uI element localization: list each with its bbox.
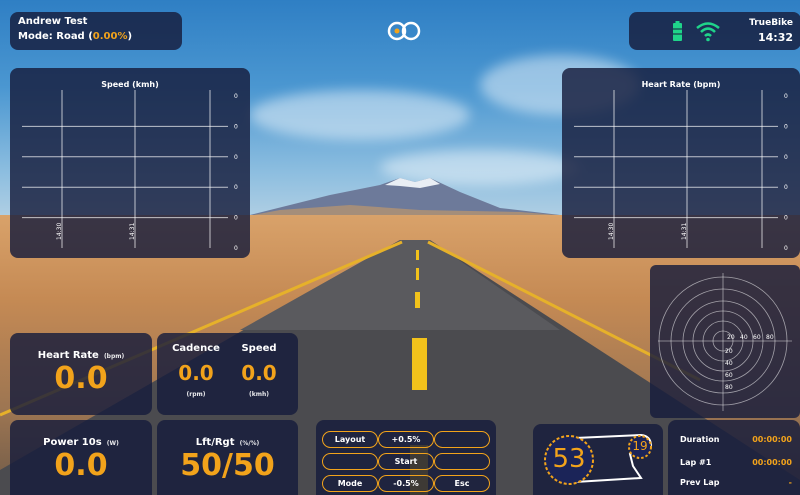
increase-slope-button[interactable]: +0.5%	[378, 431, 434, 448]
chart-y-tick-label: 0	[234, 184, 238, 191]
radar-ring-label: 80	[725, 384, 733, 391]
chart-y-tick-label: 0	[234, 245, 238, 252]
chart-y-tick-label: 0	[234, 93, 238, 100]
user-panel: Andrew Test Mode: Road (0.00%)	[10, 12, 182, 50]
cadence-value: 0.0	[178, 361, 214, 385]
hr-chart-svg: 0 0 0 0 0 0 14:30 14:31	[574, 90, 788, 252]
prev-lap-label: Prev Lap	[680, 478, 720, 487]
pedal-radar-panel: 20 40 60 80 20 40 60 80	[650, 265, 800, 418]
speed-chart-panel: Speed (kmh) 0 0 0 0 0 0 14:30 14:31	[10, 68, 250, 258]
duration-label: Duration	[680, 435, 720, 444]
radar-tick-label: 20	[727, 334, 735, 341]
lap-row: Lap #1 00:00:00	[680, 458, 792, 467]
duration-value: 00:00:00	[752, 435, 792, 444]
balance-value: 50/50	[180, 448, 275, 483]
prev-lap-row: Prev Lap -	[680, 478, 792, 487]
chart-y-tick-label: 0	[234, 154, 238, 161]
controls-panel: Layout +0.5% Start Mode -0.5% Esc	[316, 420, 496, 495]
prev-lap-value: -	[788, 478, 792, 487]
radar-tick-label: 40	[740, 334, 748, 341]
radar-ring-label: 20	[725, 348, 733, 355]
rear-gear-value: 19	[632, 439, 648, 453]
radar-ring-label: 60	[725, 372, 733, 379]
chart-x-tick-label: 14:31	[681, 223, 688, 240]
empty-button-3[interactable]	[434, 453, 490, 470]
lap-value: 00:00:00	[752, 458, 792, 467]
heart-rate-unit: (bpm)	[103, 353, 125, 360]
lap-panel: Duration 00:00:00 Lap #1 00:00:00 Prev L…	[668, 420, 800, 495]
cadence-unit: (rpm)	[186, 391, 206, 398]
chart-y-tick-label: 0	[784, 245, 788, 252]
cadence-label: Cadence	[172, 343, 220, 354]
user-name: Andrew Test	[18, 16, 88, 27]
layout-button[interactable]: Layout	[322, 431, 378, 448]
gears-panel: 53 19	[533, 424, 663, 495]
power-metric: Power 10s (W) 0.0	[10, 420, 152, 495]
chart-y-tick-label: 0	[784, 123, 788, 130]
pedal-radar: 20 40 60 80 20 40 60 80	[658, 273, 792, 411]
hr-chart-panel: Heart Rate (bpm) 0 0 0 0 0 0 14:30 14:31	[562, 68, 800, 258]
chart-y-tick-label: 0	[234, 123, 238, 130]
mode-button[interactable]: Mode	[322, 475, 378, 492]
chart-y-tick-label: 0	[784, 184, 788, 191]
bike-logo-icon	[386, 18, 422, 42]
chart-x-tick-label: 14:30	[56, 223, 63, 240]
power-value: 0.0	[54, 448, 108, 483]
esc-button[interactable]: Esc	[434, 475, 490, 492]
lap-label: Lap #1	[680, 458, 712, 467]
clock: 14:32	[757, 31, 793, 44]
front-gear-value: 53	[552, 444, 586, 474]
decrease-slope-button[interactable]: -0.5%	[378, 475, 434, 492]
chart-y-tick-label: 0	[784, 93, 788, 100]
chart-y-tick-label: 0	[234, 215, 238, 222]
speed-unit: (kmh)	[249, 391, 269, 398]
mode-line[interactable]: Mode: Road (0.00%)	[18, 31, 132, 42]
speed-label: Speed	[241, 343, 277, 354]
app-name: TrueBike	[749, 18, 793, 28]
power-label: Power 10s	[43, 437, 102, 448]
chart-y-tick-label: 0	[784, 154, 788, 161]
duration-row: Duration 00:00:00	[680, 435, 792, 444]
speed-value: 0.0	[241, 361, 277, 385]
heart-rate-metric: Heart Rate (bpm) 0.0	[10, 333, 152, 415]
speed-chart-svg: 0 0 0 0 0 0 14:30 14:31	[22, 90, 238, 252]
mode-prefix: Mode: Road (	[18, 31, 93, 42]
chart-x-tick-label: 14:30	[608, 223, 615, 240]
power-unit: (W)	[106, 440, 119, 447]
balance-metric: Lft/Rgt (%/%) 50/50	[157, 420, 298, 495]
heart-rate-label: Heart Rate	[37, 350, 99, 361]
empty-button-2[interactable]	[322, 453, 378, 470]
wifi-icon	[695, 20, 721, 42]
status-panel: TrueBike 14:32	[629, 12, 800, 50]
mode-value: 0.00%	[92, 31, 128, 42]
start-button[interactable]: Start	[378, 453, 434, 470]
chart-y-tick-label: 0	[784, 215, 788, 222]
mode-suffix: )	[127, 31, 133, 42]
battery-icon	[673, 21, 682, 41]
heart-rate-value: 0.0	[54, 361, 108, 396]
balance-label: Lft/Rgt	[195, 437, 235, 448]
balance-unit: (%/%)	[239, 440, 260, 447]
radar-tick-label: 60	[753, 334, 761, 341]
cadence-speed-metric: Cadence 0.0 (rpm) Speed 0.0 (kmh)	[157, 333, 298, 415]
radar-tick-label: 80	[766, 334, 774, 341]
empty-button-1[interactable]	[434, 431, 490, 448]
chart-x-tick-label: 14:31	[129, 223, 136, 240]
radar-ring-label: 40	[725, 360, 733, 367]
